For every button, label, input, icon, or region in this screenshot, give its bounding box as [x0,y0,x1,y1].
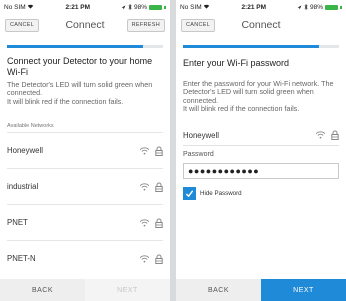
carrier-label: No SIM [180,3,202,11]
checkmark-icon [185,189,194,198]
carrier-group: No SIM [4,4,34,11]
wifi-icon [139,254,150,263]
setup-progress-bar [7,45,163,48]
setup-progress-bar [183,45,339,48]
status-time: 2:21 PM [241,3,267,11]
cancel-button[interactable]: CANCEL [181,19,216,32]
network-icons [315,130,339,140]
available-networks-label: Available Networks [7,123,54,129]
connect-networks-screen: No SIM 2:21 PM 98% CANCEL Connect REFRES… [0,0,170,301]
location-arrow-icon [121,5,126,10]
network-name: industrial [7,182,39,191]
network-icons [139,146,163,156]
network-name: PNET-N [7,254,36,263]
selected-network-name: Honeywell [183,130,219,140]
battery-icon [148,4,162,10]
divider [183,145,339,146]
selected-network-row: Honeywell [183,128,339,142]
bluetooth-icon [304,3,308,11]
network-name: Honeywell [7,146,43,155]
hide-password-checkbox[interactable] [183,187,196,200]
page-title: Connect [241,19,281,31]
connect-instructions: The Detector's LED will turn solid green… [7,80,153,106]
refresh-button[interactable]: REFRESH [126,19,165,32]
location-arrow-icon [297,5,302,10]
next-button-disabled[interactable]: NEXT [85,279,170,301]
network-row-pnet[interactable]: PNET [7,204,163,240]
carrier-group: No SIM [180,4,210,11]
wifi-icon [315,131,326,139]
carrier-label: No SIM [4,3,26,11]
battery-percent: 98% [309,3,323,11]
status-bar: No SIM 2:21 PM 98% [0,0,170,14]
status-right: 98% [297,4,342,11]
password-field[interactable]: ●●●●●●●●●●●● [183,163,339,179]
password-instructions: Enter the password for your Wi-Fi networ… [183,79,334,114]
battery-icon [324,4,338,10]
status-bar: No SIM 2:21 PM 98% [176,0,346,14]
setup-progress-fill [7,45,143,48]
next-button[interactable]: NEXT [261,279,346,301]
bluetooth-icon [128,3,132,11]
wifi-signal-icon [203,4,210,9]
back-button[interactable]: BACK [176,279,261,301]
lock-icon [155,182,163,192]
password-heading: Enter your Wi-Fi password [183,58,290,68]
battery-cap [339,5,342,9]
connect-heading: Connect your Detector to your home Wi-Fi [7,56,153,77]
status-time: 2:21 PM [65,3,91,11]
page-title: Connect [65,19,105,31]
back-button[interactable]: BACK [0,279,85,301]
cancel-button[interactable]: CANCEL [5,19,40,32]
lock-icon [331,130,339,140]
network-icons [139,182,163,192]
setup-progress-fill [183,45,319,48]
network-name: PNET [7,218,28,227]
wifi-icon [139,218,150,227]
lock-icon [155,254,163,264]
wifi-signal-icon [27,4,34,9]
network-icons [139,218,163,228]
bottom-button-bar: BACK NEXT [0,279,170,301]
battery-percent: 98% [133,3,147,11]
lock-icon [155,218,163,228]
enter-password-screen: No SIM 2:21 PM 98% CANCEL Connect Enter … [176,0,346,301]
battery-cap [163,5,166,9]
network-icons [139,254,163,264]
network-row-industrial[interactable]: industrial [7,168,163,204]
network-row-pnet-n[interactable]: PNET-N [7,240,163,276]
password-label: Password [183,151,214,158]
status-right: 98% [121,4,166,11]
lock-icon [155,146,163,156]
network-row-honeywell[interactable]: Honeywell [7,132,163,168]
nav-bar: CANCEL Connect [176,14,346,36]
hide-password-label[interactable]: Hide Password [200,190,242,197]
nav-bar: CANCEL Connect REFRESH [0,14,170,36]
wifi-icon [139,146,150,155]
bottom-button-bar: BACK NEXT [176,279,346,301]
wifi-icon [139,182,150,191]
